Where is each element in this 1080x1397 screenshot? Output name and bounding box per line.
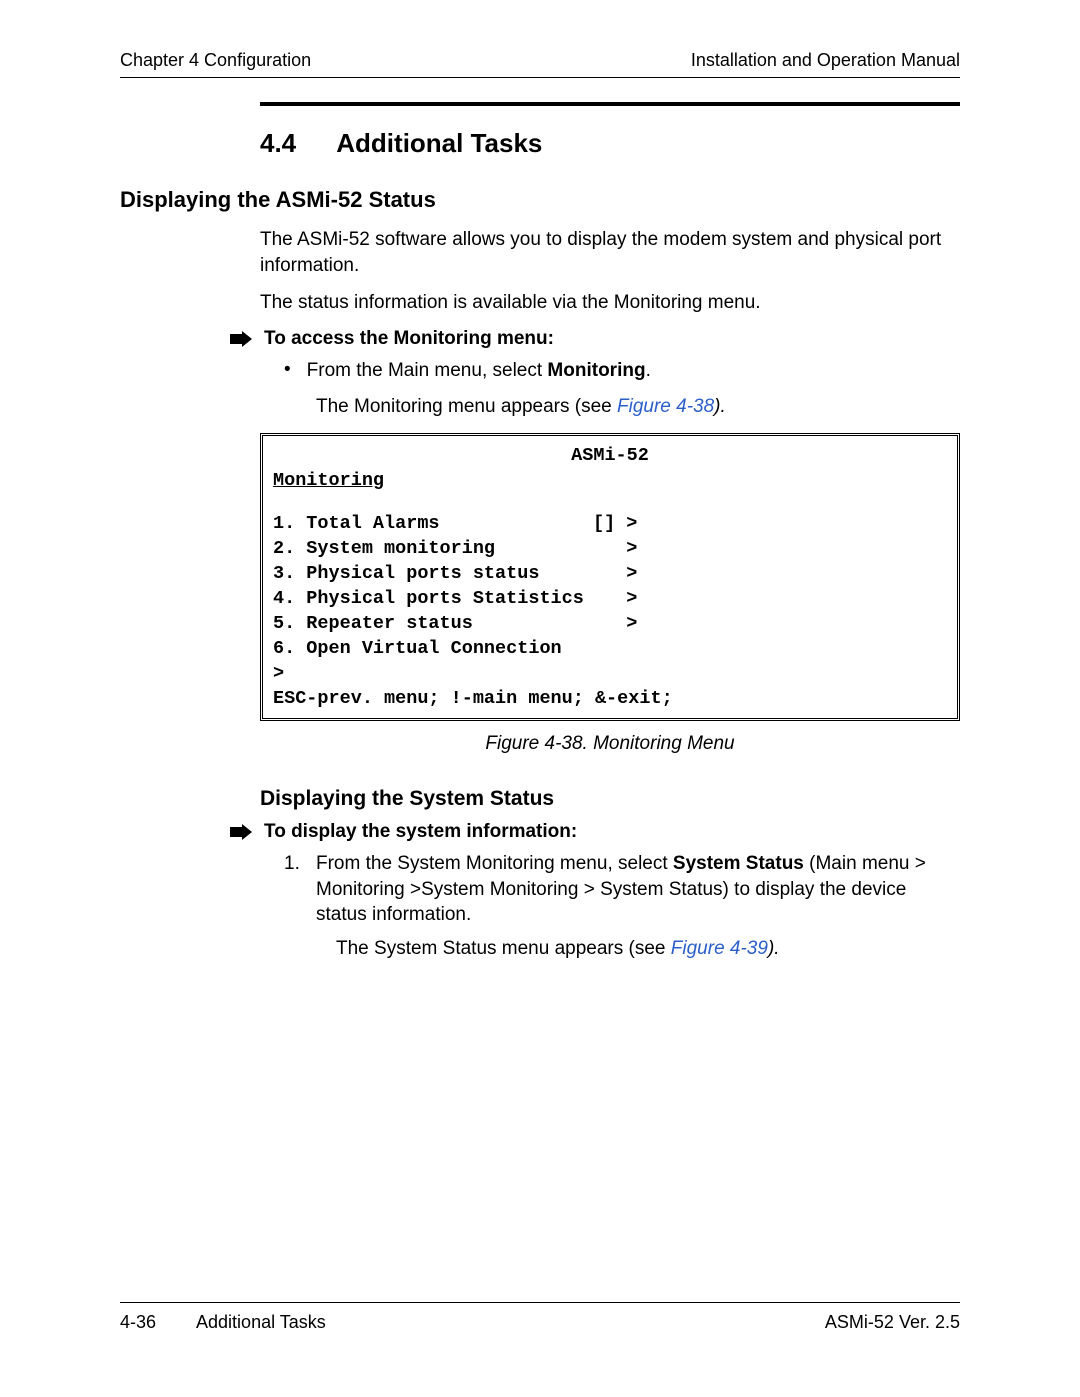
paragraph: The status information is available via … [260,290,960,316]
terminal-title: ASMi-52 [273,444,947,469]
subsection-heading: Displaying the ASMi-52 Status [120,187,960,213]
menu-item: 1. Total Alarms [] > [273,512,947,537]
menu-item: 6. Open Virtual Connection [273,637,947,662]
procedure-arrow-icon [230,824,252,840]
figure-link[interactable]: Figure 4-39 [671,938,768,959]
footer-version: ASMi-52 Ver. 2.5 [825,1312,960,1333]
menu-item: 2. System monitoring > [273,537,947,562]
terminal-subtitle: Monitoring [273,469,947,494]
footer-left: 4-36 Additional Tasks [120,1312,326,1333]
procedure-title: To display the system information: [264,821,577,843]
step-subtext: The System Status menu appears (see Figu… [336,936,960,962]
menu-item: 4. Physical ports Statistics > [273,587,947,612]
menu-item: 3. Physical ports status > [273,562,947,587]
running-header: Chapter 4 Configuration Installation and… [120,50,960,77]
footer-page-number: 4-36 [120,1312,156,1333]
bullet-icon: • [284,358,291,384]
section-title: Additional Tasks [336,128,542,158]
footer-section: Additional Tasks [196,1312,326,1333]
page-content: Chapter 4 Configuration Installation and… [120,50,960,1347]
figure-link[interactable]: Figure 4-38 [617,396,714,417]
bullet-item: • From the Main menu, select Monitoring. [284,358,960,384]
paragraph: The ASMi-52 software allows you to displ… [260,227,960,278]
numbered-step: 1. From the System Monitoring menu, sele… [284,851,960,928]
menu-item: 5. Repeater status > [273,612,947,637]
procedure-heading-row: To display the system information: [230,821,960,843]
terminal-screen: ASMi-52 Monitoring 1. Total Alarms [] > … [260,433,960,721]
terminal-footer: ESC-prev. menu; !-main menu; &-exit; [273,687,947,712]
section-heading: 4.4 Additional Tasks [260,128,960,159]
header-rule [120,77,960,78]
header-right: Installation and Operation Manual [691,50,960,71]
step-text: From the System Monitoring menu, select … [316,851,960,928]
footer-rule [120,1302,960,1303]
procedure-arrow-icon [230,331,252,347]
header-left: Chapter 4 Configuration [120,50,311,71]
subsubsection-heading: Displaying the System Status [260,787,960,811]
section-rule [260,102,960,106]
body-block: The ASMi-52 software allows you to displ… [260,227,960,316]
step-number: 1. [284,851,306,928]
figure-caption: Figure 4-38. Monitoring Menu [260,733,960,755]
procedure-title: To access the Monitoring menu: [264,328,554,350]
terminal-prompt: > [273,662,947,687]
bullet-subtext: The Monitoring menu appears (see Figure … [316,394,960,420]
running-footer: 4-36 Additional Tasks ASMi-52 Ver. 2.5 [120,1312,960,1333]
procedure-heading-row: To access the Monitoring menu: [230,328,960,350]
bullet-text: From the Main menu, select Monitoring. [307,358,651,384]
section-number: 4.4 [260,128,330,159]
